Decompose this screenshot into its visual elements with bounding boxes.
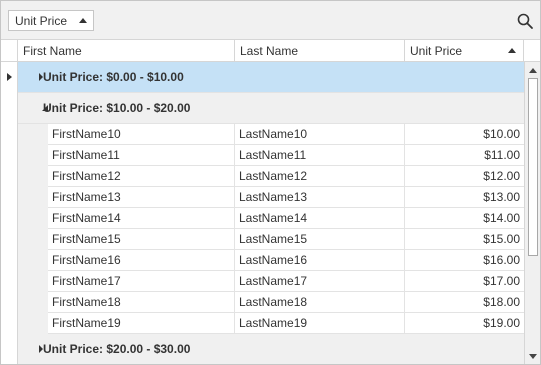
header-filler bbox=[524, 40, 540, 61]
cell-last-name[interactable]: LastName14 bbox=[235, 207, 405, 229]
sort-ascending-icon[interactable] bbox=[79, 18, 87, 23]
current-row-indicator-icon bbox=[7, 73, 12, 81]
column-header-last-name[interactable]: Last Name bbox=[235, 40, 405, 61]
data-grid: Unit Price First Name Last Name Unit Pri… bbox=[0, 0, 541, 365]
search-icon[interactable] bbox=[516, 12, 534, 30]
cell-unit-price[interactable]: $12.00 bbox=[405, 166, 524, 187]
group-indent bbox=[18, 124, 48, 334]
cell-first-name[interactable]: FirstName13 bbox=[48, 186, 235, 208]
caret-right-icon[interactable] bbox=[23, 73, 43, 81]
cell-unit-price[interactable]: $16.00 bbox=[405, 250, 524, 271]
cell-unit-price[interactable]: $18.00 bbox=[405, 292, 524, 313]
cell-first-name[interactable]: FirstName19 bbox=[48, 312, 235, 334]
cell-last-name[interactable]: LastName16 bbox=[235, 249, 405, 271]
cell-unit-price[interactable]: $15.00 bbox=[405, 229, 524, 250]
table-row[interactable]: FirstName11 LastName11 $11.00 bbox=[48, 144, 524, 166]
table-row[interactable]: FirstName15 LastName15 $15.00 bbox=[48, 228, 524, 250]
group-row[interactable]: Unit Price: $10.00 - $20.00 bbox=[18, 93, 524, 124]
group-row[interactable]: Unit Price: $20.00 - $30.00 bbox=[18, 334, 524, 364]
column-header-unit-price[interactable]: Unit Price bbox=[405, 40, 524, 61]
scroll-down-icon[interactable] bbox=[527, 350, 539, 362]
group-by-unit-price-chip[interactable]: Unit Price bbox=[8, 10, 94, 31]
group-row-label: Unit Price: $10.00 - $20.00 bbox=[43, 101, 191, 115]
grid-body: Unit Price: $0.00 - $10.00 Unit Price: $… bbox=[1, 62, 524, 364]
cell-unit-price[interactable]: $17.00 bbox=[405, 271, 524, 292]
group-chip-label: Unit Price bbox=[15, 13, 68, 28]
table-row[interactable]: FirstName12 LastName12 $12.00 bbox=[48, 165, 524, 187]
cell-first-name[interactable]: FirstName11 bbox=[48, 144, 235, 166]
row-indicator-header bbox=[1, 40, 18, 61]
table-row[interactable]: FirstName18 LastName18 $18.00 bbox=[48, 291, 524, 313]
group-row-label: Unit Price: $20.00 - $30.00 bbox=[43, 342, 191, 356]
cell-first-name[interactable]: FirstName10 bbox=[48, 123, 235, 145]
cell-unit-price[interactable]: $13.00 bbox=[405, 187, 524, 208]
caret-down-icon[interactable] bbox=[23, 105, 48, 111]
cell-first-name[interactable]: FirstName15 bbox=[48, 228, 235, 250]
cell-unit-price[interactable]: $11.00 bbox=[405, 145, 524, 166]
column-header-row: First Name Last Name Unit Price bbox=[1, 40, 540, 62]
group-panel: Unit Price bbox=[1, 1, 540, 40]
column-header-label: Unit Price bbox=[410, 43, 463, 58]
cell-last-name[interactable]: LastName11 bbox=[235, 144, 405, 166]
column-header-label: Last Name bbox=[240, 43, 299, 58]
cell-last-name[interactable]: LastName19 bbox=[235, 312, 405, 334]
column-header-first-name[interactable]: First Name bbox=[18, 40, 235, 61]
vertical-scrollbar[interactable] bbox=[524, 62, 540, 364]
table-row[interactable]: FirstName16 LastName16 $16.00 bbox=[48, 249, 524, 271]
table-row[interactable]: FirstName17 LastName17 $17.00 bbox=[48, 270, 524, 292]
group-row-label: Unit Price: $0.00 - $10.00 bbox=[43, 70, 184, 84]
row-indicator-column bbox=[1, 62, 18, 364]
cell-unit-price[interactable]: $10.00 bbox=[405, 124, 524, 145]
cell-unit-price[interactable]: $14.00 bbox=[405, 208, 524, 229]
scroll-up-icon[interactable] bbox=[527, 64, 539, 76]
cell-last-name[interactable]: LastName12 bbox=[235, 165, 405, 187]
table-row[interactable]: FirstName10 LastName10 $10.00 bbox=[48, 123, 524, 145]
cell-first-name[interactable]: FirstName12 bbox=[48, 165, 235, 187]
group-row[interactable]: Unit Price: $0.00 - $10.00 bbox=[18, 62, 524, 93]
sort-ascending-icon bbox=[508, 48, 516, 53]
table-row[interactable]: FirstName13 LastName13 $13.00 bbox=[48, 186, 524, 208]
cell-first-name[interactable]: FirstName16 bbox=[48, 249, 235, 271]
cell-last-name[interactable]: LastName18 bbox=[235, 291, 405, 313]
cell-last-name[interactable]: LastName13 bbox=[235, 186, 405, 208]
column-header-label: First Name bbox=[23, 43, 82, 58]
cell-last-name[interactable]: LastName15 bbox=[235, 228, 405, 250]
scrollbar-thumb[interactable] bbox=[528, 78, 538, 256]
cell-last-name[interactable]: LastName17 bbox=[235, 270, 405, 292]
table-row[interactable]: FirstName19 LastName19 $19.00 bbox=[48, 312, 524, 334]
table-row[interactable]: FirstName14 LastName14 $14.00 bbox=[48, 207, 524, 229]
caret-right-icon[interactable] bbox=[23, 345, 43, 353]
cell-first-name[interactable]: FirstName18 bbox=[48, 291, 235, 313]
cell-last-name[interactable]: LastName10 bbox=[235, 123, 405, 145]
cell-unit-price[interactable]: $19.00 bbox=[405, 313, 524, 334]
cell-first-name[interactable]: FirstName14 bbox=[48, 207, 235, 229]
cell-first-name[interactable]: FirstName17 bbox=[48, 270, 235, 292]
